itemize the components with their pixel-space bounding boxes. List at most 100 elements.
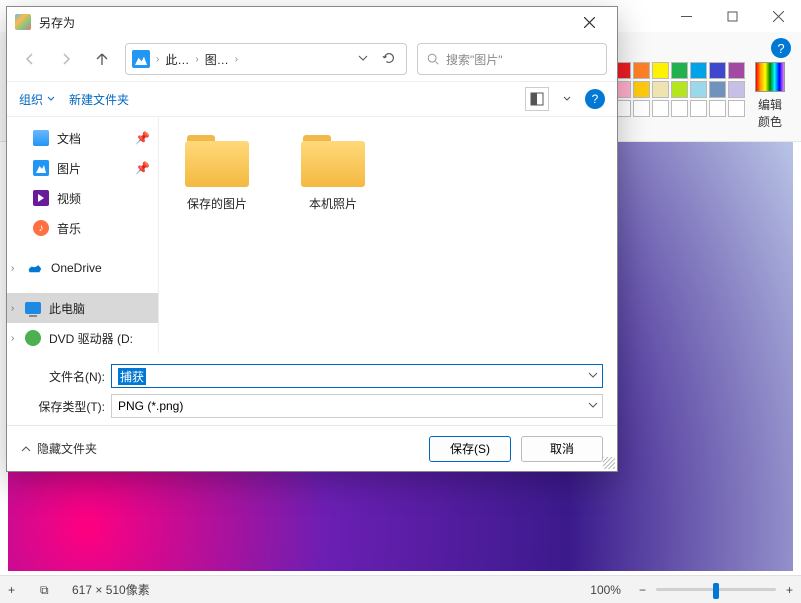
tree-item-pictures[interactable]: 图片 📌 [7,153,158,183]
hide-folders-toggle[interactable]: 隐藏文件夹 [21,440,97,457]
tree-item-onedrive[interactable]: › OneDrive [7,253,158,283]
color-swatch[interactable] [652,100,669,117]
file-list[interactable]: 保存的图片 本机照片 [159,117,617,353]
expand-icon[interactable]: › [11,303,14,314]
organize-menu[interactable]: 组织 [19,91,55,108]
color-swatch[interactable] [633,100,650,117]
color-swatch[interactable] [728,81,745,98]
cancel-button[interactable]: 取消 [521,436,603,462]
paint-help-button[interactable]: ? [771,38,791,58]
canvas-size-label: 617 × 510像素 [72,581,150,598]
color-swatch[interactable] [633,81,650,98]
zoom-slider-thumb[interactable] [713,583,719,599]
filetype-dropdown[interactable] [588,399,598,413]
dialog-titlebar[interactable]: 另存为 [7,7,617,37]
tree-item-thispc[interactable]: › 此电脑 [7,293,158,323]
folder-item[interactable]: 保存的图片 [169,131,265,212]
save-as-dialog: 另存为 › 此… › 图… › [6,6,618,472]
new-folder-button[interactable]: 新建文件夹 [69,91,129,108]
tree-item-music[interactable]: 音乐 [7,213,158,243]
nav-back-button[interactable] [17,45,43,73]
refresh-icon [382,51,396,65]
address-dropdown-button[interactable] [352,52,374,66]
nav-tree[interactable]: 文档 📌 图片 📌 视频 音乐 › OneDrive [7,117,159,353]
folder-label: 保存的图片 [187,195,247,212]
color-swatch[interactable] [709,62,726,79]
resize-grip[interactable] [603,457,615,469]
tree-item-dvd[interactable]: › DVD 驱动器 (D: [7,323,158,353]
chevron-down-icon [358,53,368,63]
color-swatch[interactable] [709,81,726,98]
filetype-label: 保存类型(T): [21,398,105,415]
color-swatch[interactable] [690,62,707,79]
search-placeholder: 搜索"图片" [446,51,503,68]
dialog-body: 文档 📌 图片 📌 视频 音乐 › OneDrive [7,117,617,353]
refresh-button[interactable] [378,51,400,68]
expand-icon[interactable]: › [11,263,14,274]
dialog-help-button[interactable]: ? [585,89,605,109]
nav-up-button[interactable] [89,45,115,73]
color-swatch[interactable] [728,62,745,79]
chevron-down-icon [47,95,55,103]
paint-close-button[interactable] [755,0,801,32]
filename-dropdown[interactable] [588,369,598,383]
zoom-level-label: 100% [590,583,621,597]
filetype-combo[interactable]: PNG (*.png) [111,394,603,418]
color-swatch[interactable] [690,100,707,117]
expand-icon[interactable]: › [11,333,14,344]
color-swatch[interactable] [728,100,745,117]
color-swatch[interactable] [652,62,669,79]
view-mode-button[interactable] [525,87,549,111]
chevron-down-icon[interactable] [563,95,571,103]
color-swatch[interactable] [671,81,688,98]
onedrive-icon [25,261,43,275]
save-button[interactable]: 保存(S) [429,436,511,462]
tree-item-documents[interactable]: 文档 📌 [7,123,158,153]
color-swatch[interactable] [633,62,650,79]
edit-colors-label: 编辑 颜色 [758,96,782,130]
close-icon [773,11,784,22]
music-icon [33,220,49,236]
filetype-value: PNG (*.png) [118,399,183,413]
search-input[interactable]: 搜索"图片" [417,43,607,75]
videos-icon [33,190,49,206]
color-swatch[interactable] [671,62,688,79]
pictures-location-icon [132,50,150,68]
rainbow-icon [755,62,785,92]
zoom-control[interactable]: − + [639,583,793,597]
chevron-right-icon: › [193,54,200,65]
color-swatch[interactable] [709,100,726,117]
zoom-in-button[interactable]: + [786,583,793,597]
address-breadcrumb[interactable]: › 此… › 图… › [125,43,407,75]
chevron-right-icon: › [154,54,161,65]
crumb-segment[interactable]: 此… [165,51,189,68]
dialog-toolbar: 组织 新建文件夹 ? [7,81,617,117]
zoom-out-button[interactable]: − [639,583,646,597]
pin-icon: 📌 [135,161,150,175]
selection-size-icon: ⧉ [40,583,54,597]
dvd-icon [25,330,41,346]
zoom-slider[interactable] [656,588,776,591]
folder-label: 本机照片 [309,195,357,212]
nav-forward-button[interactable] [53,45,79,73]
edit-colors-button[interactable]: 编辑 颜色 [755,62,785,130]
dialog-close-button[interactable] [569,7,609,37]
filename-input[interactable]: 捕获 [111,364,603,388]
color-swatch[interactable] [652,81,669,98]
crumb-segment[interactable]: 图… [205,51,229,68]
search-icon [426,52,440,66]
pin-icon: 📌 [135,131,150,145]
maximize-icon [727,11,738,22]
paint-minimize-button[interactable] [663,0,709,32]
paint-maximize-button[interactable] [709,0,755,32]
folder-item[interactable]: 本机照片 [285,131,381,212]
chevron-down-icon [588,400,598,410]
minimize-icon [681,11,692,22]
view-list-icon [530,92,544,106]
close-icon [584,17,595,28]
dialog-fields: 文件名(N): 捕获 保存类型(T): PNG (*.png) [7,353,617,425]
tree-item-videos[interactable]: 视频 [7,183,158,213]
color-swatch[interactable] [690,81,707,98]
cursor-pos-icon: + [8,583,22,597]
color-swatch[interactable] [671,100,688,117]
